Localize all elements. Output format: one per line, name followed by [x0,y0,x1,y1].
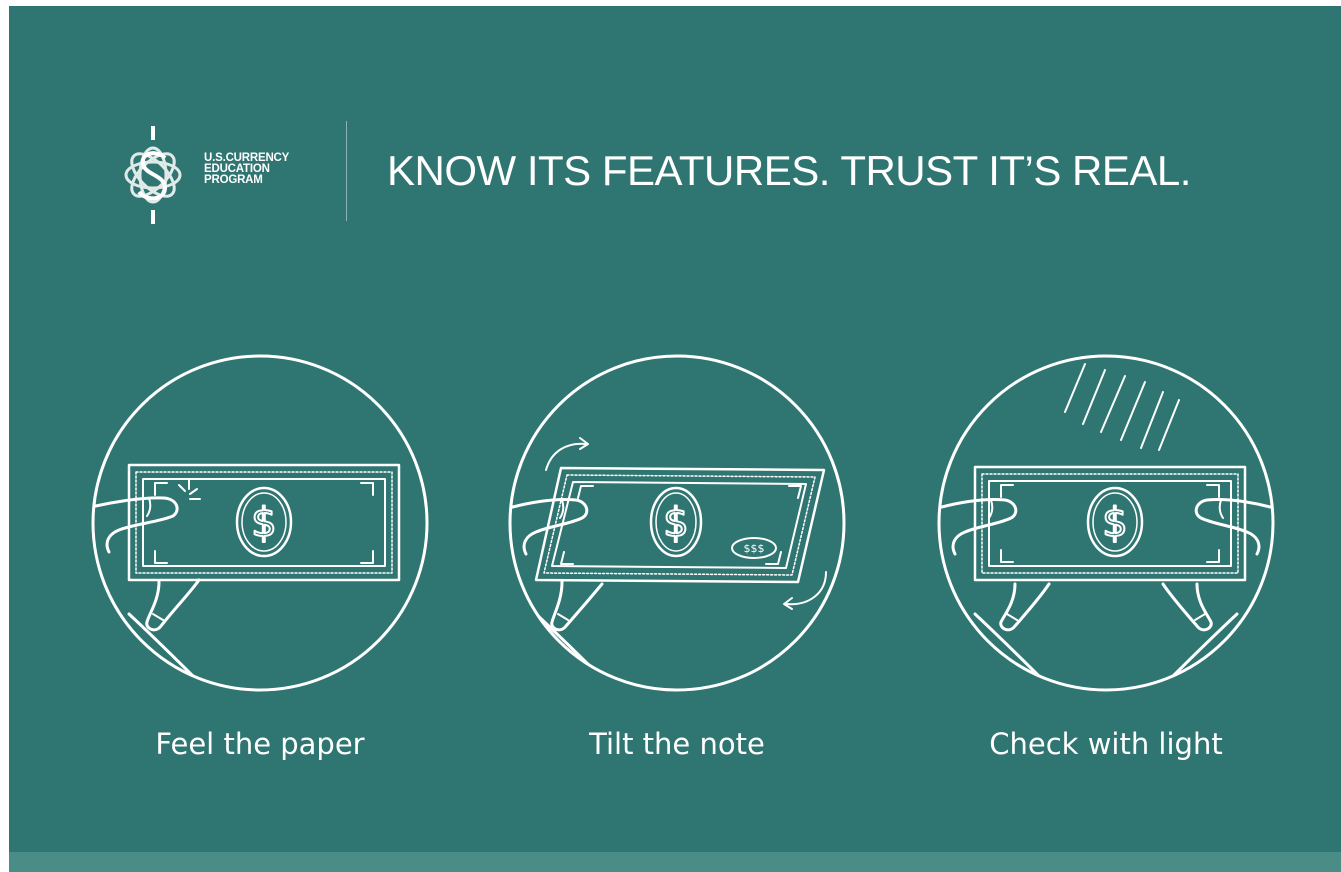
feel-paper-panel: $ [89,352,431,694]
feel-paper-icon: $ [91,354,429,692]
headline: KNOW ITS FEATURES. TRUST IT’S REAL. [387,147,1191,194]
footer-band [9,852,1341,872]
tilt-note-label: Tilt the note [589,727,765,761]
svg-text:$: $ [251,500,276,546]
svg-text:$: $ [1102,500,1127,546]
header-divider [346,121,347,221]
tilt-note-icon: $ $$$ [508,354,846,692]
security-mark-text: $$$ [744,542,765,555]
logo-line-3: PROGRAM [204,174,263,186]
poster: U.S.CURRENCY EDUCATION PROGRAM KNOW ITS … [9,6,1341,872]
logo-wordmark: U.S.CURRENCY EDUCATION PROGRAM [204,152,289,186]
check-light-icon: $ [937,354,1275,692]
tilt-note-panel: $ $$$ [506,352,848,694]
check-light-panel: $ [935,352,1277,694]
feel-paper-label: Feel the paper [155,727,365,761]
currency-education-logo-icon [105,120,201,230]
check-light-label: Check with light [989,727,1223,761]
svg-text:$: $ [663,500,688,546]
